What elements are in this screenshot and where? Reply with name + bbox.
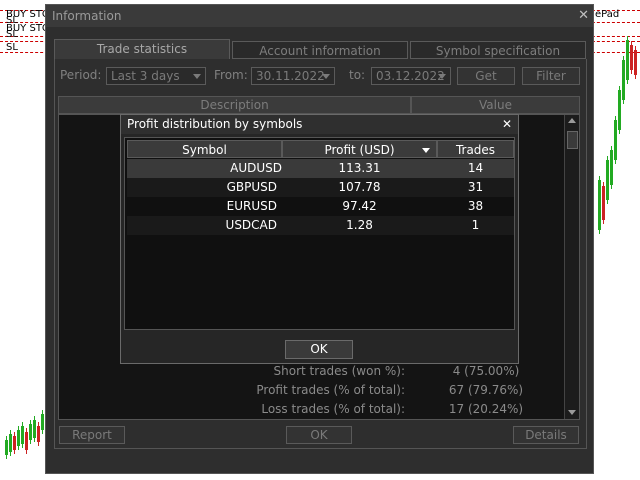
candle-body	[13, 436, 16, 450]
stat-row-label: Profit trades (% of total):	[256, 383, 405, 397]
profit-cell: 113.31	[338, 161, 381, 175]
chevron-down-icon	[438, 74, 446, 79]
candle-body	[602, 186, 605, 220]
from-date-picker[interactable]: 30.11.2022	[251, 67, 335, 85]
stat-row-value: 4 (75.00%)	[452, 364, 520, 378]
column-header-profit-label: Profit (USD)	[324, 143, 395, 157]
candle-body	[610, 150, 613, 185]
symbol-cell: USDCAD	[225, 218, 277, 232]
from-label: From:	[214, 68, 248, 82]
popup-ok-button[interactable]: OK	[285, 340, 353, 359]
table-row[interactable]: EURUSD 97.42 38	[127, 197, 514, 216]
candle-body	[606, 160, 609, 200]
candle-body	[622, 60, 625, 100]
details-button[interactable]: Details	[513, 426, 579, 444]
period-select[interactable]: Last 3 days	[106, 67, 206, 85]
candle-body	[5, 440, 8, 455]
profit-cell: 97.42	[342, 199, 377, 213]
tab-symbol-specification[interactable]: Symbol specification	[410, 41, 586, 59]
to-date-picker[interactable]: 03.12.2022	[371, 67, 451, 85]
filter-button[interactable]: Filter	[522, 67, 580, 85]
popup-title: Profit distribution by symbols	[121, 115, 518, 134]
table-row[interactable]: USDCAD 1.28 1	[127, 216, 514, 235]
candle-body	[29, 424, 32, 440]
candle-body	[37, 426, 40, 442]
scroll-thumb[interactable]	[567, 131, 578, 149]
chevron-down-icon	[193, 74, 201, 79]
trades-cell: 14	[467, 161, 484, 175]
close-icon[interactable]: ✕	[578, 8, 589, 23]
candle-body	[21, 426, 24, 444]
report-button[interactable]: Report	[59, 426, 125, 444]
profit-distribution-popup: Profit distribution by symbols ✕ Symbol …	[120, 114, 519, 364]
sort-descending-icon	[422, 148, 430, 153]
candle-body	[33, 420, 36, 438]
stat-row-value: 67 (79.76%)	[448, 383, 524, 397]
column-header-value[interactable]: Value	[411, 96, 580, 114]
from-date-value: 30.11.2022	[256, 69, 325, 83]
column-header-symbol[interactable]: Symbol	[127, 140, 282, 158]
close-icon[interactable]: ✕	[502, 117, 512, 131]
candle-body	[630, 45, 633, 70]
candle-body	[598, 180, 601, 230]
trades-cell: 38	[467, 199, 484, 213]
candle-body	[614, 120, 617, 160]
candle-body	[634, 50, 637, 75]
column-header-description[interactable]: Description	[58, 96, 411, 114]
tab-trade-statistics[interactable]: Trade statistics	[54, 39, 230, 59]
column-header-trades[interactable]: Trades	[437, 140, 514, 158]
candle-body	[618, 90, 621, 130]
table-row[interactable]: AUDUSD 113.31 14	[127, 159, 514, 178]
candle-body	[17, 430, 20, 446]
dialog-title: Information	[46, 5, 593, 27]
table-row[interactable]: GBPUSD 107.78 31	[127, 178, 514, 197]
profit-table: Symbol Profit (USD) Trades AUDUSD 113.31…	[124, 137, 515, 330]
period-label: Period:	[60, 68, 102, 82]
to-label: to:	[349, 68, 366, 82]
statistics-scrollbar[interactable]	[564, 115, 579, 419]
profit-cell: 1.28	[346, 218, 373, 232]
candle-body	[626, 40, 629, 80]
candle-body	[9, 434, 12, 452]
profit-cell: 107.78	[338, 180, 381, 194]
scroll-down-icon[interactable]	[568, 410, 576, 415]
stat-row-label: Short trades (won %):	[273, 364, 405, 378]
symbol-cell: GBPUSD	[226, 180, 277, 194]
trades-cell: 31	[467, 180, 484, 194]
stat-row-value: 17 (20.24%)	[448, 402, 524, 416]
get-button[interactable]: Get	[457, 67, 515, 85]
ok-button[interactable]: OK	[286, 426, 352, 444]
tab-account-information[interactable]: Account information	[232, 41, 408, 59]
scroll-up-icon[interactable]	[568, 118, 576, 123]
chevron-down-icon	[322, 74, 330, 79]
column-header-profit[interactable]: Profit (USD)	[282, 140, 437, 158]
to-date-value: 03.12.2022	[376, 69, 445, 83]
period-select-value: Last 3 days	[111, 69, 180, 83]
stat-row-label: Loss trades (% of total):	[261, 402, 405, 416]
candle-body	[41, 414, 44, 430]
symbol-cell: EURUSD	[226, 199, 277, 213]
trades-cell: 1	[471, 218, 480, 232]
candle-body	[25, 432, 28, 450]
symbol-cell: AUDUSD	[230, 161, 282, 175]
